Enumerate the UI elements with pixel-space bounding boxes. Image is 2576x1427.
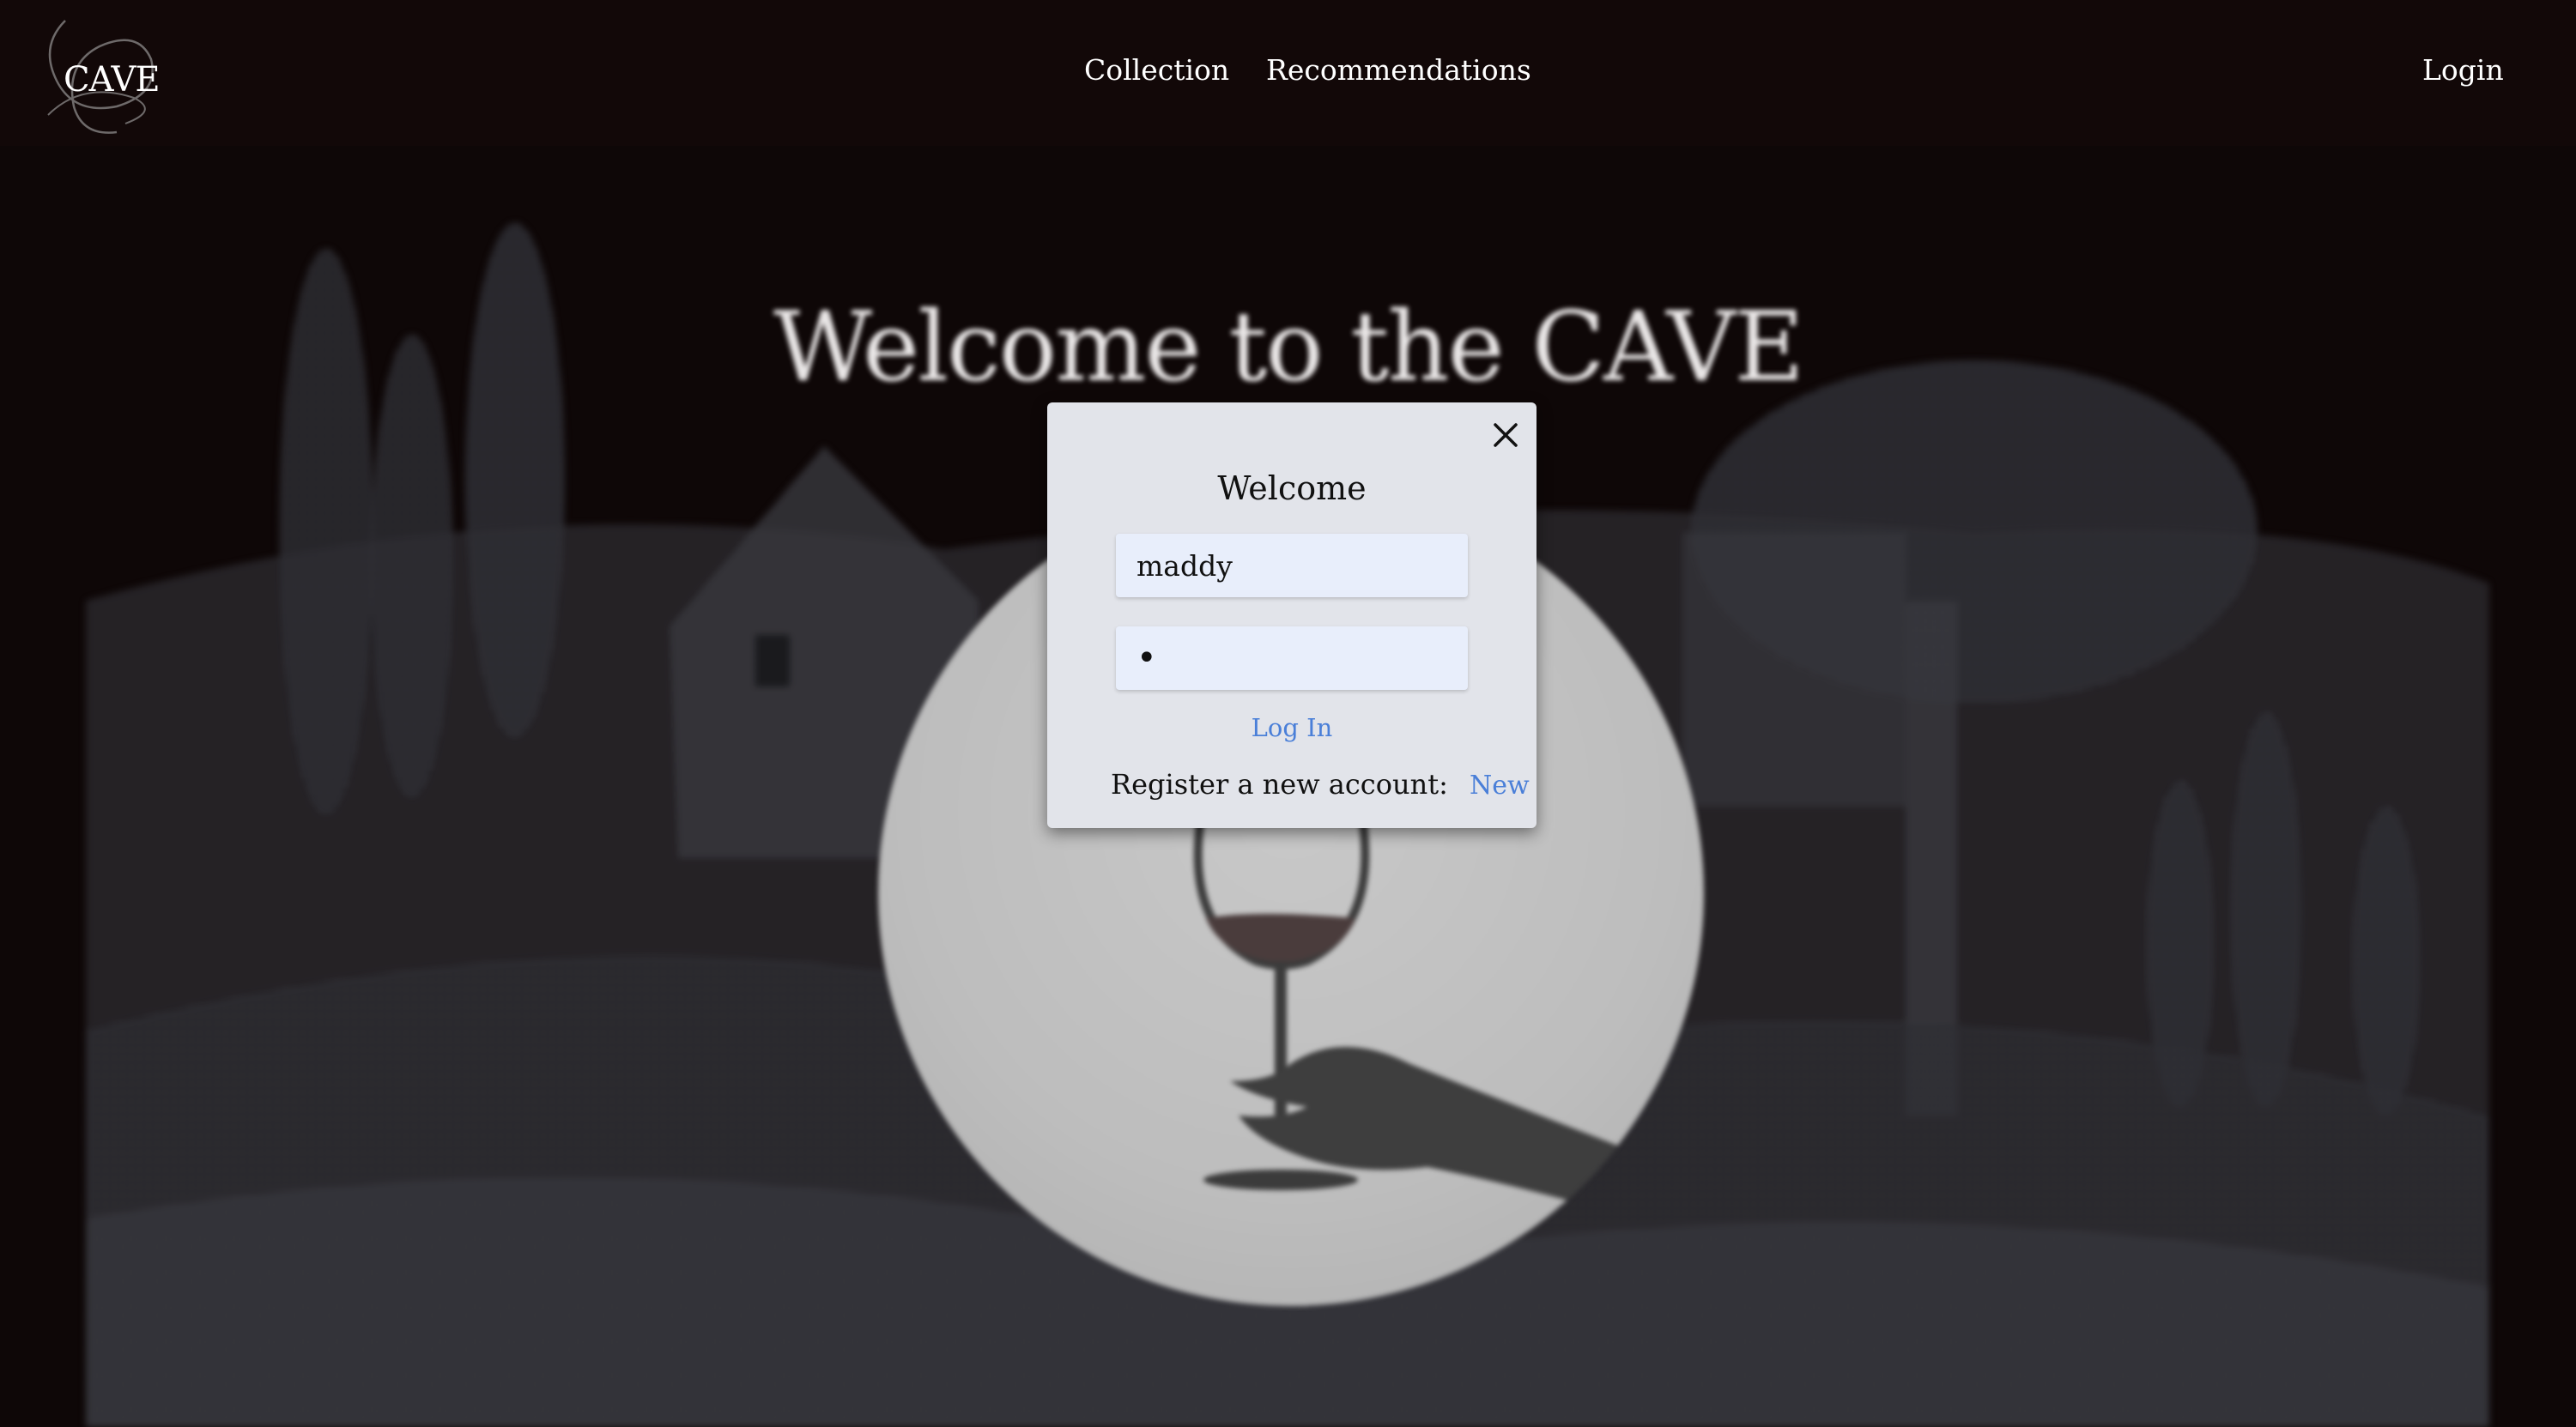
app-page: Welcome to the CAVE CAVE Collection Reco… xyxy=(0,0,2576,1427)
brand-logo[interactable]: CAVE xyxy=(31,12,168,141)
login-button[interactable]: Log In xyxy=(1047,713,1537,742)
nav-recommendations-link[interactable]: Recommendations xyxy=(1266,53,1531,87)
register-new-link[interactable]: New xyxy=(1470,771,1530,801)
register-label: Register a new account: xyxy=(1111,768,1448,801)
top-nav-bar: CAVE Collection Recommendations Login xyxy=(0,0,2576,146)
password-input[interactable] xyxy=(1116,626,1468,690)
close-icon xyxy=(1494,423,1518,447)
modal-title: Welcome xyxy=(1217,469,1367,507)
nav-collection-link[interactable]: Collection xyxy=(1084,53,1229,87)
logo-text: CAVE xyxy=(64,60,161,100)
close-button[interactable] xyxy=(1488,418,1523,452)
login-modal: Welcome Log In Register a new account: N… xyxy=(1047,402,1537,828)
nav-login-link[interactable]: Login xyxy=(2422,53,2504,87)
hero-title: Welcome to the CAVE xyxy=(773,292,1804,403)
register-row: Register a new account: New xyxy=(1111,768,1530,806)
username-input[interactable] xyxy=(1116,534,1468,597)
